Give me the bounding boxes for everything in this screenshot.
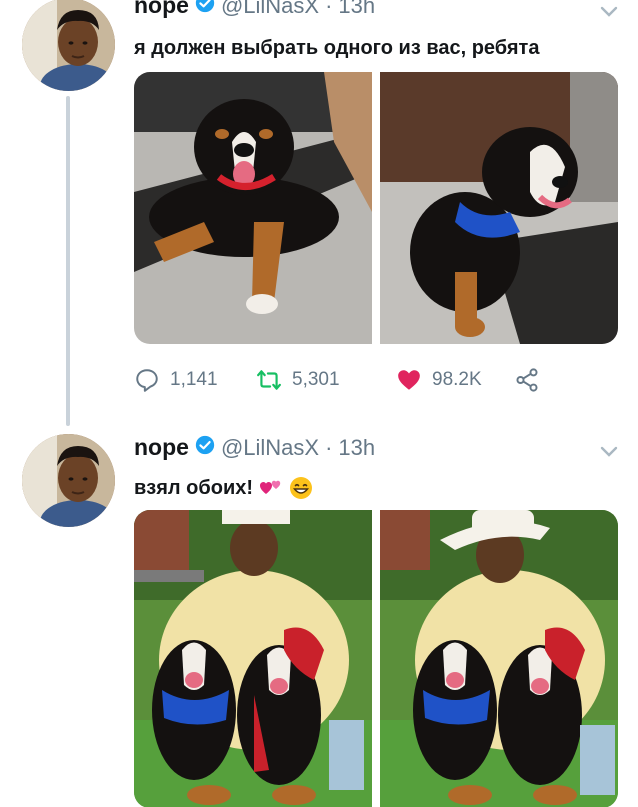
tweet-text-row: взял обоих!: [134, 476, 313, 500]
retweet-button[interactable]: 5,301: [256, 367, 396, 393]
verified-badge-icon: [195, 435, 215, 455]
share-icon: [516, 368, 538, 392]
tweet-1[interactable]: nope @LilNasX · 13h я должен выбрать одн…: [0, 0, 638, 420]
display-name[interactable]: nope: [134, 434, 189, 461]
tweet-text: взял обоих!: [134, 476, 254, 499]
reply-icon: [136, 369, 158, 392]
like-count: 98.2K: [432, 369, 482, 390]
verified-badge-icon: [195, 0, 215, 13]
chevron-down-icon[interactable]: [600, 6, 618, 18]
separator-dot: ·: [325, 0, 333, 18]
tweet-text: я должен выбрать одного из вас, ребята: [134, 37, 540, 59]
tweet-media[interactable]: [134, 72, 618, 344]
display-name[interactable]: nope: [134, 0, 189, 19]
tweet-header: nope @LilNasX · 13h: [134, 0, 375, 20]
retweet-count: 5,301: [292, 369, 340, 390]
avatar[interactable]: [22, 434, 115, 527]
avatar-image: [22, 0, 115, 91]
two-hearts-emoji: [260, 480, 281, 494]
heart-icon: [398, 370, 420, 390]
timestamp[interactable]: 13h: [338, 435, 375, 461]
user-handle[interactable]: @LilNasX: [221, 435, 319, 461]
photo-dog-sitting-blue-harness[interactable]: [380, 72, 618, 344]
share-button[interactable]: [514, 367, 540, 393]
reply-button[interactable]: 1,141: [134, 367, 256, 393]
grinning-face-emoji: [290, 477, 313, 499]
avatar[interactable]: [22, 0, 115, 91]
photo-man-with-cowboy-hat-and-two-puppies[interactable]: [380, 510, 618, 807]
retweet-icon: [257, 370, 281, 390]
reply-count: 1,141: [170, 369, 218, 390]
tweet-actions: 1,141 5,301 98.2K: [134, 364, 540, 396]
timestamp[interactable]: 13h: [338, 0, 375, 19]
tweet-media[interactable]: [134, 510, 618, 807]
photo-dog-lying-on-mat[interactable]: [134, 72, 372, 344]
avatar-image: [22, 434, 115, 527]
photo-man-with-two-puppies[interactable]: [134, 510, 372, 807]
chevron-down-icon[interactable]: [600, 446, 618, 458]
like-button[interactable]: 98.2K: [396, 367, 514, 393]
tweet-header: nope @LilNasX · 13h: [134, 434, 375, 462]
separator-dot: ·: [325, 435, 333, 460]
tweet-2[interactable]: nope @LilNasX · 13h взял обоих!: [0, 428, 638, 807]
user-handle[interactable]: @LilNasX: [221, 0, 319, 19]
